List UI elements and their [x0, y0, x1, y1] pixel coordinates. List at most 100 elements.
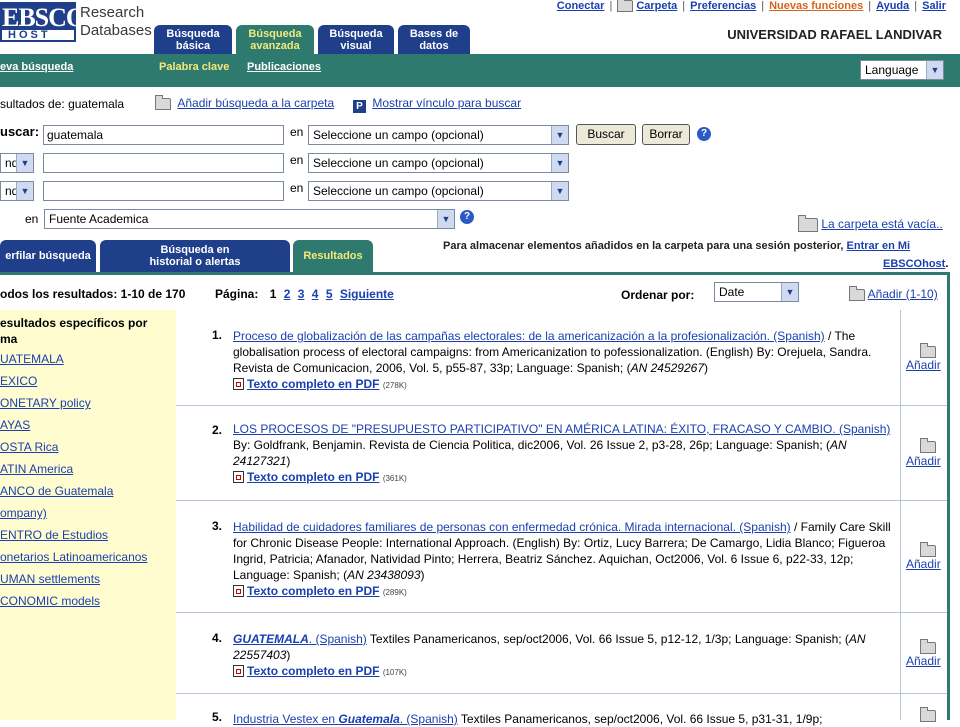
facet-link[interactable]: AYAS	[0, 418, 30, 432]
current-page: 1	[269, 287, 277, 301]
next-page-link[interactable]: Siguiente	[340, 287, 394, 301]
sort-select[interactable]: Date ▼	[714, 282, 799, 302]
facet-link[interactable]: EXICO	[0, 374, 37, 388]
result-number: 3.	[212, 519, 223, 533]
source-select[interactable]: Fuente Academica ▼	[44, 209, 455, 229]
result-title-link[interactable]: Proceso de globalización de las campañas…	[233, 329, 825, 343]
add-search-to-folder[interactable]: Añadir búsqueda a la carpeta	[155, 94, 334, 110]
facet-link[interactable]: ATIN America	[0, 462, 73, 476]
facet-link[interactable]: UMAN settlements	[0, 572, 100, 586]
result-title-link[interactable]: LOS PROCESOS DE "PRESUPUESTO PARTICIPATI…	[233, 422, 890, 436]
page-link[interactable]: 5	[326, 287, 333, 301]
pdf-link[interactable]: Texto completo en PDF	[247, 584, 379, 598]
help-icon[interactable]: ?	[460, 210, 474, 224]
preferencias-link[interactable]: Preferencias	[690, 0, 756, 12]
field-select-3[interactable]: Seleccione un campo (opcional) ▼	[308, 181, 569, 201]
page-link[interactable]: 2	[284, 287, 291, 301]
result-text: Proceso de globalización de las campañas…	[233, 328, 895, 394]
result-text: Industria Vestex en Guatemala. (Spanish)…	[233, 711, 895, 727]
add-column: Añadir	[900, 310, 948, 405]
facet-link[interactable]: ENTRO de Estudios	[0, 528, 108, 542]
tab-busqueda-basica[interactable]: Búsqueda básica	[154, 25, 232, 54]
tab-label: Búsqueda en	[160, 244, 230, 256]
tab-label: Búsqueda	[329, 28, 383, 40]
facet-link[interactable]: onetarios Latinoamericanos	[0, 550, 147, 564]
tab-label: avanzada	[250, 40, 300, 52]
source-value: Fuente Academica	[49, 212, 149, 226]
pdf-icon	[233, 471, 244, 483]
show-link-to-search[interactable]: P Mostrar vínculo para buscar	[353, 96, 521, 113]
search-input-3[interactable]	[43, 181, 284, 201]
facet-link[interactable]: UATEMALA	[0, 352, 64, 366]
facet-link[interactable]: ONETARY policy	[0, 396, 91, 410]
tab-busqueda-visual[interactable]: Búsqueda visual	[318, 25, 394, 54]
result-title-link[interactable]: Habilidad de cuidadores familiares de pe…	[233, 520, 791, 534]
facet-link[interactable]: ompany)	[0, 506, 47, 520]
salir-link[interactable]: Salir	[922, 0, 946, 12]
chevron-down-icon: ▼	[551, 182, 568, 200]
store-text-line: Para almacenar elementos añadidos en la …	[443, 240, 910, 252]
search-input-2[interactable]	[43, 153, 284, 173]
boolean-select-2[interactable]: nd ▼	[0, 181, 34, 201]
facet-link[interactable]: OSTA Rica	[0, 440, 58, 454]
language-select[interactable]: Language ▼	[860, 60, 944, 80]
result-meta: Textiles Panamericanos, sep/oct2006, Vol…	[366, 632, 849, 646]
borrar-button[interactable]: Borrar	[642, 124, 690, 145]
nueva-busqueda-link[interactable]: eva búsqueda	[0, 61, 73, 73]
boolean-select-1[interactable]: nd ▼	[0, 153, 34, 173]
title-highlight: GUATEMALA	[233, 632, 309, 646]
ebscohost-link[interactable]: EBSCOhost	[883, 258, 945, 270]
en-label: en	[290, 181, 304, 195]
tab-label: erfilar búsqueda	[5, 250, 91, 262]
facet-link[interactable]: ANCO de Guatemala	[0, 484, 113, 498]
title-pre: Industria Vestex en	[233, 712, 339, 726]
folder-empty-link[interactable]: La carpeta está vacía..	[821, 217, 942, 231]
field-select-1[interactable]: Seleccione un campo (opcional) ▼	[308, 125, 569, 145]
add-to-folder-link[interactable]: Añadir	[906, 557, 941, 571]
nuevas-funciones-link[interactable]: Nuevas funciones	[769, 0, 863, 12]
pdf-link[interactable]: Texto completo en PDF	[247, 664, 379, 678]
tab-busqueda-avanzada[interactable]: Búsqueda avanzada	[236, 25, 314, 54]
add-search-link[interactable]: Añadir búsqueda a la carpeta	[177, 96, 334, 110]
facets-heading: esultados específicos por	[0, 316, 148, 330]
help-icon[interactable]: ?	[697, 127, 711, 141]
en-label: en	[290, 153, 304, 167]
result-title-link[interactable]: GUATEMALA. (Spanish)	[233, 632, 367, 646]
facet-link[interactable]: CONOMIC models	[0, 594, 100, 608]
search-input-1[interactable]: guatemala	[43, 125, 284, 145]
result-meta-end: )	[286, 454, 291, 468]
store-end: .	[945, 258, 949, 270]
publicaciones-link[interactable]: Publicaciones	[247, 61, 321, 73]
ebsco-logo[interactable]: EBSCO HOST	[0, 0, 86, 44]
result-title-link[interactable]: Industria Vestex en Guatemala. (Spanish)	[233, 712, 458, 726]
carpeta-link[interactable]: Carpeta	[636, 0, 677, 12]
pdf-link[interactable]: Texto completo en PDF	[247, 377, 379, 391]
folder-icon	[920, 438, 936, 453]
language-value: Language	[865, 63, 919, 77]
conectar-link[interactable]: Conectar	[557, 0, 605, 12]
result-item: 5. Industria Vestex en Guatemala. (Spani…	[176, 693, 948, 726]
page-link[interactable]: 3	[298, 287, 305, 301]
add-to-folder-link[interactable]: Añadir	[906, 454, 941, 468]
tab-bases-de-datos[interactable]: Bases de datos	[398, 25, 470, 54]
add-range-link[interactable]: Añadir (1-10)	[868, 287, 938, 301]
page-link[interactable]: 4	[312, 287, 319, 301]
add-to-folder-link[interactable]: Añadir	[906, 358, 941, 372]
add-range[interactable]: Añadir (1-10)	[849, 285, 938, 301]
tab-historial-alertas[interactable]: Búsqueda en historial o alertas	[100, 240, 290, 273]
buscar-button[interactable]: Buscar	[576, 124, 636, 145]
folder-icon	[920, 343, 936, 358]
field-select-2[interactable]: Seleccione un campo (opcional) ▼	[308, 153, 569, 173]
pdf-size: (289K)	[382, 588, 407, 597]
tab-perfilar-busqueda[interactable]: erfilar búsqueda	[0, 240, 96, 273]
brand-line1: Research	[80, 4, 145, 21]
sort-value: Date	[719, 285, 745, 299]
tab-resultados[interactable]: Resultados	[293, 240, 373, 273]
pdf-link[interactable]: Texto completo en PDF	[247, 470, 379, 484]
show-link-link[interactable]: Mostrar vínculo para buscar	[372, 96, 521, 110]
ayuda-link[interactable]: Ayuda	[876, 0, 909, 12]
add-column	[900, 693, 948, 722]
add-to-folder-link[interactable]: Añadir	[906, 654, 941, 668]
entrar-mi-link[interactable]: Entrar en Mi	[847, 240, 911, 252]
folder-empty[interactable]: La carpeta está vacía..	[798, 214, 943, 232]
